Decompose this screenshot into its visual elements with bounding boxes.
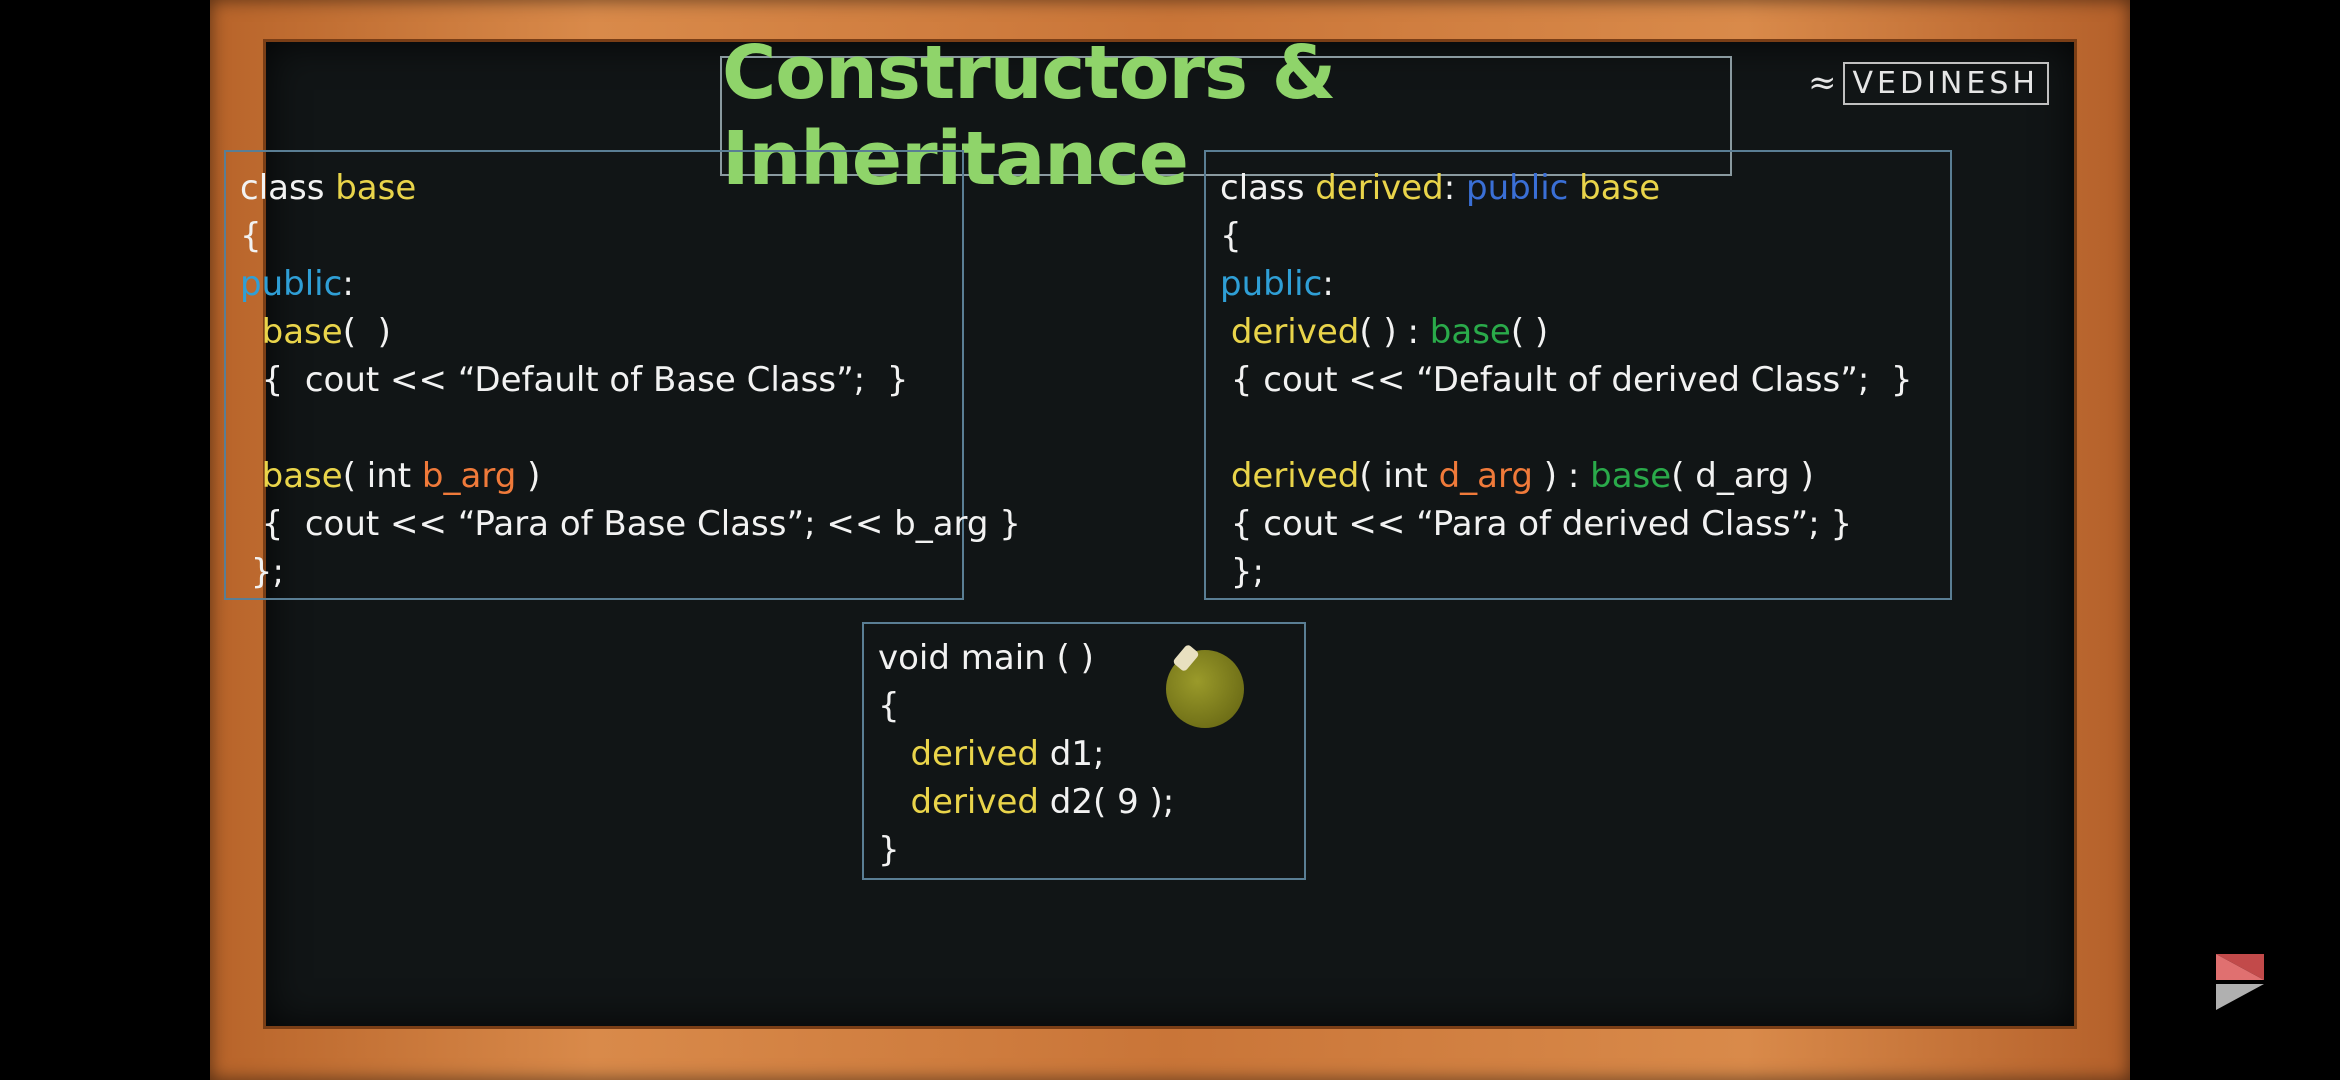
code-token: derived [910,734,1039,774]
code-token: { [1220,216,1242,256]
code-token: b_arg [421,456,517,496]
code-token: : [1322,264,1334,304]
code-line: { cout << “Default of derived Class”; } [1220,356,1936,404]
code-line: class derived: public base [1220,164,1936,212]
code-line: base( int b_arg ) [240,452,948,500]
code-token: : [342,264,354,304]
main-function-code: void main ( ) { derived d1; derived d2( 9… [862,622,1306,880]
code-token: : [1443,168,1467,208]
code-token: }; [1220,552,1264,592]
code-token: ( int [1359,456,1439,496]
code-token: base [261,312,343,352]
code-token: { cout << “Default of derived Class”; } [1220,360,1913,400]
share-arrow-icon[interactable] [2212,950,2268,1014]
code-line: { [1220,212,1936,260]
code-token: ( ) : [1359,312,1430,352]
code-token: public [1466,168,1569,208]
code-token: { [878,686,900,726]
code-line: } [878,826,1290,874]
base-class-code: class base{public: base( ) { cout << “De… [224,150,1021,600]
code-token: base [1429,312,1511,352]
code-line: { cout << “Para of derived Class”; } [1220,500,1936,548]
code-token: ( ) [1510,312,1549,352]
code-token: d1; [1038,734,1105,774]
brand-logo: ≈ VEDINESH [1808,60,2049,106]
code-line: derived d2( 9 ); [878,778,1290,826]
code-token: public [1220,264,1323,304]
code-token: } [878,830,900,870]
code-token: void main ( ) [878,638,1094,678]
code-line: derived( ) : base( ) [1220,308,1936,356]
code-token: ) [516,456,541,496]
code-line: { [240,212,948,260]
code-token: base [261,456,343,496]
pen-cursor-icon [1166,650,1244,728]
code-line: }; [240,548,948,596]
code-token: base [1579,168,1661,208]
code-line: base( ) [240,308,948,356]
code-token: ) : [1532,456,1591,496]
code-line: { cout << “Para of Base Class”; << b_arg… [240,500,1021,548]
code-token: public [240,264,343,304]
code-line: }; [1220,548,1936,596]
code-token: derived [910,782,1039,822]
code-token: { cout << “Default of Base Class”; } [240,360,909,400]
code-token: d2( 9 ); [1038,782,1175,822]
brand-swoosh-icon: ≈ [1808,63,1837,103]
code-token: { cout << “Para of derived Class”; } [1220,504,1853,544]
code-line: derived( int d_arg ) : base( d_arg ) [1220,452,1936,500]
code-token: base [1590,456,1672,496]
brand-text: VEDINESH [1842,61,2049,105]
code-token: class [1220,168,1316,208]
code-token: { cout << “Para of Base Class”; << b_arg… [240,504,1021,544]
code-token: class [240,168,336,208]
code-token: }; [240,552,284,592]
code-token: ( ) [342,312,391,352]
code-line: public: [240,260,948,308]
code-token: derived [1230,312,1360,352]
code-token: ( int [342,456,422,496]
code-line: public: [1220,260,1936,308]
code-token: { [240,216,262,256]
code-token: ( d_arg ) [1671,456,1814,496]
code-line: { cout << “Default of Base Class”; } [240,356,948,404]
code-token: derived [1315,168,1444,208]
code-line: class base [240,164,948,212]
code-token: base [335,168,417,208]
code-line: derived d1; [878,730,1290,778]
code-token: d_arg [1438,456,1533,496]
derived-class-code: class derived: public base{public: deriv… [1204,150,1952,600]
code-token: derived [1230,456,1360,496]
